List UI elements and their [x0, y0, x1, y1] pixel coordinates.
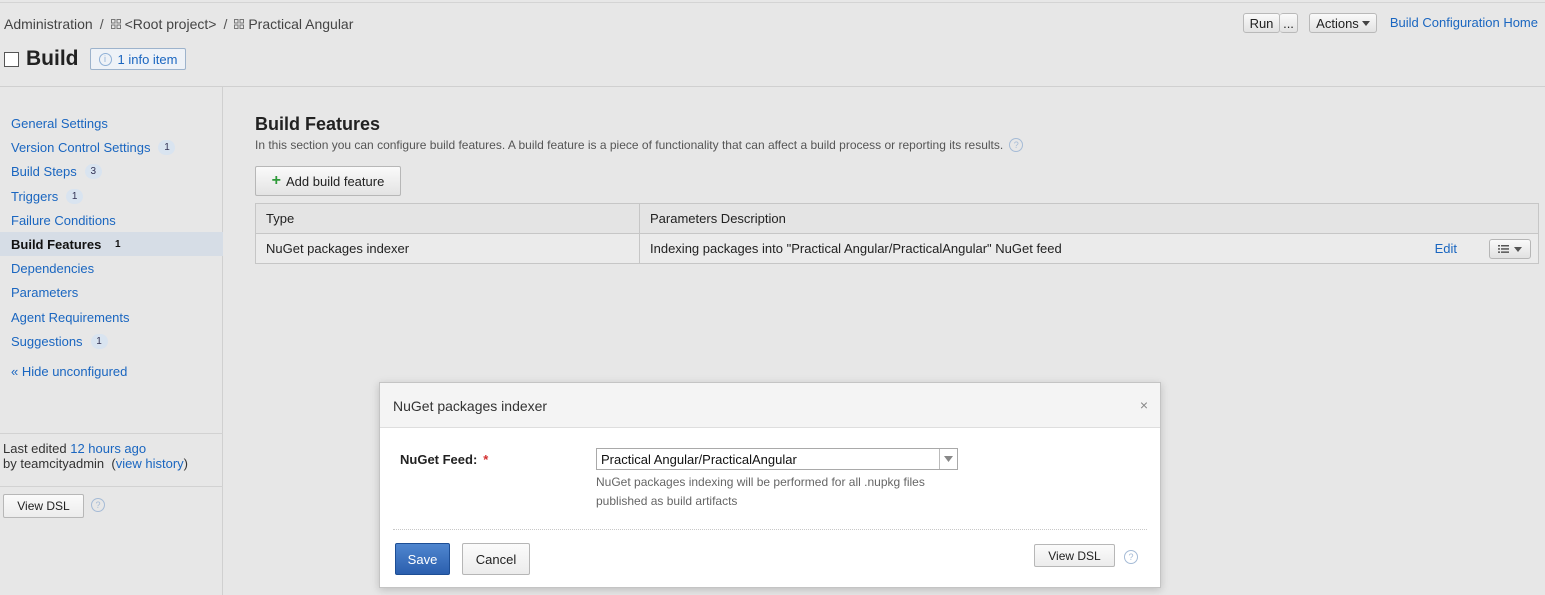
sidebar-item-label: Agent Requirements [11, 309, 130, 325]
checkbox-icon [4, 51, 19, 67]
breadcrumb: Administration / <Root project> / Practi… [4, 16, 353, 32]
sidebar-divider [0, 433, 223, 434]
run-button[interactable]: Run [1243, 13, 1280, 33]
actions-dropdown[interactable]: Actions [1309, 13, 1377, 33]
edited-by-label: by teamcityadmin [3, 456, 105, 471]
count-badge: 1 [115, 238, 121, 250]
breadcrumb-root-project[interactable]: <Root project> [125, 16, 217, 32]
breadcrumb-practical-angular[interactable]: Practical Angular [248, 16, 353, 32]
breadcrumb-separator: / [99, 16, 104, 32]
close-icon[interactable]: × [1140, 397, 1148, 413]
count-badge: 3 [84, 163, 102, 179]
sidebar-item-label: Build Features [11, 236, 102, 252]
sidebar-item-build-steps[interactable]: Build Steps 3 [0, 159, 223, 183]
run-options-button[interactable]: ... [1280, 13, 1298, 33]
help-icon[interactable]: ? [1124, 550, 1138, 564]
sidebar-item-parameters[interactable]: Parameters [0, 280, 223, 304]
view-dsl-button[interactable]: View DSL [1034, 544, 1115, 567]
column-header-parameters-description: Parameters Description [639, 203, 1539, 234]
header-divider [0, 86, 1545, 87]
info-items-badge[interactable]: i 1 info item [89, 48, 187, 70]
row-actions-menu-button[interactable] [1489, 239, 1531, 259]
section-description: In this section you can configure build … [255, 138, 1024, 152]
hide-unconfigured-label: « Hide unconfigured [11, 363, 128, 379]
sidebar-item-suggestions[interactable]: Suggestions 1 [0, 329, 223, 353]
sidebar-item-dependencies[interactable]: Dependencies [0, 256, 223, 280]
last-edited-time-link[interactable]: 12 hours ago [70, 441, 146, 456]
paren-close: ) [183, 456, 188, 471]
sidebar-item-version-control-settings[interactable]: Version Control Settings 1 [0, 135, 223, 159]
sidebar-item-label: Failure Conditions [11, 212, 116, 228]
section-title: Build Features [255, 114, 381, 134]
paren-open: ( [107, 456, 116, 471]
sidebar-item-triggers[interactable]: Triggers 1 [0, 184, 223, 208]
table-row[interactable]: NuGet packages indexer Indexing packages… [255, 233, 1539, 264]
info-icon: i [98, 52, 112, 66]
cancel-button[interactable]: Cancel [462, 543, 530, 575]
dialog-title: NuGet packages indexer [393, 398, 548, 414]
last-edited-info: Last edited 12 hours ago by teamcityadmi… [3, 441, 188, 471]
info-badge-label: 1 info item [117, 51, 178, 67]
list-icon [1498, 245, 1509, 253]
last-edited-label: Last edited [3, 441, 67, 456]
count-badge: 1 [66, 188, 84, 204]
add-build-feature-button[interactable]: + Add build feature [255, 166, 401, 196]
dialog-header: NuGet packages indexer × [380, 383, 1160, 428]
sidebar-item-label: Build Steps [11, 163, 77, 179]
help-icon[interactable]: ? [91, 498, 105, 512]
view-dsl-button[interactable]: View DSL [3, 494, 84, 518]
sidebar-item-label: Suggestions [11, 333, 83, 349]
add-build-feature-label: Add build feature [286, 173, 385, 189]
count-badge: 1 [158, 139, 176, 155]
build-configuration-home-link[interactable]: Build Configuration Home [1390, 15, 1538, 30]
sidebar-item-label: Parameters [11, 284, 79, 300]
feature-description-text: Indexing packages into "Practical Angula… [650, 241, 1062, 256]
breadcrumb-separator: / [223, 16, 228, 32]
sidebar-item-label: Version Control Settings [11, 139, 151, 155]
breadcrumb-administration[interactable]: Administration [4, 16, 93, 32]
sidebar-item-failure-conditions[interactable]: Failure Conditions [0, 208, 223, 232]
chevron-down-icon [1514, 246, 1522, 252]
sidebar-item-general-settings[interactable]: General Settings [0, 111, 223, 135]
column-header-type: Type [255, 203, 640, 234]
page-title-row: Build i 1 info item [4, 47, 187, 71]
nuget-feed-selected-value: Practical Angular/PracticalAngular [601, 451, 797, 467]
project-icon [234, 19, 245, 29]
sidebar-item-build-features[interactable]: Build Features 1 [0, 232, 223, 256]
feature-description-cell[interactable]: Indexing packages into "Practical Angula… [639, 233, 1539, 264]
nuget-feed-label: NuGet Feed: * [400, 452, 488, 467]
page-title: Build [26, 47, 79, 70]
sidebar-item-label: Dependencies [11, 260, 95, 276]
sidebar-item-label: General Settings [11, 115, 108, 131]
view-history-link[interactable]: view history [116, 456, 184, 471]
top-border [0, 2, 1545, 3]
edit-link[interactable]: Edit [1435, 241, 1457, 256]
help-icon[interactable]: ? [1009, 138, 1024, 152]
chevron-down-icon [1361, 20, 1370, 26]
section-description-text: In this section you can configure build … [255, 138, 1004, 152]
plus-icon: + [271, 172, 282, 189]
sidebar-item-label: Triggers [11, 188, 59, 204]
count-badge: 1 [90, 333, 108, 349]
sidebar-divider [0, 486, 223, 487]
save-button[interactable]: Save [395, 543, 450, 575]
nuget-feed-select[interactable]: Practical Angular/PracticalAngular [596, 448, 958, 470]
table-header-row: Type Parameters Description [255, 203, 1539, 234]
project-icon [110, 19, 121, 29]
dialog-divider [393, 529, 1147, 530]
hide-unconfigured-link[interactable]: « Hide unconfigured [0, 359, 223, 383]
build-features-table: Type Parameters Description NuGet packag… [255, 203, 1539, 264]
dropdown-arrow-icon[interactable] [939, 449, 957, 469]
feature-type-cell[interactable]: NuGet packages indexer [255, 233, 640, 264]
nuget-feed-label-text: NuGet Feed: [400, 452, 478, 467]
nuget-feed-note: NuGet packages indexing will be performe… [596, 475, 925, 508]
sidebar-item-agent-requirements[interactable]: Agent Requirements [0, 305, 223, 329]
nuget-indexer-dialog: NuGet packages indexer × NuGet Feed: * Pr… [379, 382, 1161, 588]
required-marker: * [483, 452, 489, 467]
actions-label: Actions [1316, 15, 1359, 31]
sidebar: General Settings Version Control Setting… [0, 87, 223, 595]
